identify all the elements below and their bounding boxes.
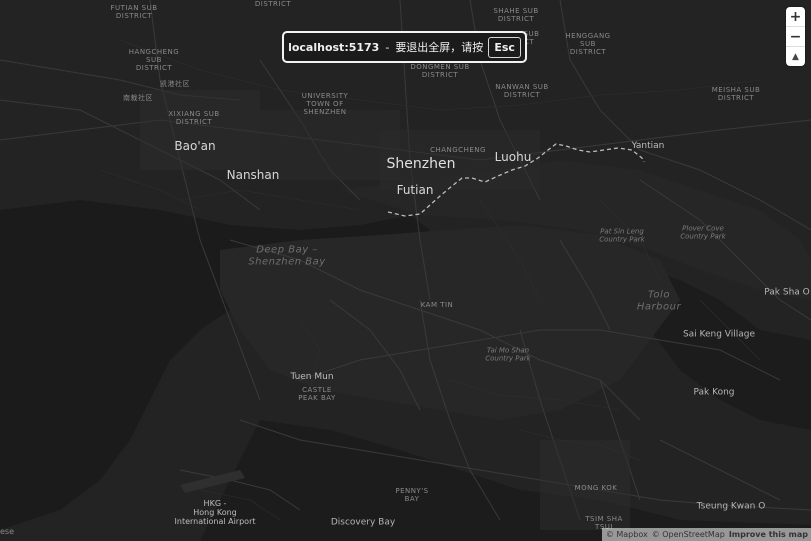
- pat-sin-leng-label: Pat Sin Leng Country Park: [599, 227, 645, 244]
- mong-kok-label: MONG KOK: [574, 483, 618, 492]
- xinjiang-district-label: HANGCHENG SUB DISTRICT: [128, 47, 180, 73]
- yantian-label: Yantian: [631, 140, 665, 151]
- map-attribution: © Mapbox © OpenStreetMap Improve this ma…: [601, 528, 811, 541]
- baoan-label: Bao'an: [174, 139, 216, 153]
- castle-peak-label: CASTLE PEAK BAY: [298, 385, 336, 402]
- edge-label: ese: [0, 527, 15, 536]
- district-top-label: DISTRICT: [254, 0, 292, 8]
- improve-map-link[interactable]: Improve this map: [729, 530, 808, 539]
- esc-key-badge: Esc: [488, 36, 521, 58]
- pak-sha-o-label: Pak Sha O: [764, 287, 810, 298]
- changcheng-label: CHANGCHENG: [430, 145, 486, 154]
- fullscreen-message: 要退出全屏，请按: [395, 41, 484, 54]
- tolo-harbour-label: Tolo Harbour: [636, 289, 682, 313]
- tai-mo-shan-label: Tai Mo Shan Country Park: [485, 346, 531, 363]
- pennys-bay-label: PENNY'S BAY: [395, 486, 429, 503]
- compass-button[interactable]: ▲: [786, 47, 805, 66]
- shenzhen-label: Shenzhen: [386, 156, 456, 172]
- map-roads-layer: [0, 0, 811, 541]
- map-navigation-control: + − ▲: [786, 7, 805, 66]
- ubk-label: 凯港社区: [160, 79, 190, 88]
- sai-keng-label: Sai Keng Village: [682, 329, 756, 340]
- nanshan-label: Nanshan: [226, 168, 280, 182]
- zoom-in-button[interactable]: +: [786, 7, 805, 27]
- henggang-district-label: HENGGANG SUB DISTRICT: [565, 31, 611, 57]
- hkg-airport-label: HKG - Hong Kong International Airport: [174, 499, 256, 527]
- pak-kong-label: Pak Kong: [693, 387, 735, 398]
- fullscreen-separator: -: [385, 40, 390, 54]
- tseung-kwan-o-label: Tseung Kwan O: [696, 501, 766, 512]
- mapbox-attribution-link[interactable]: © Mapbox: [606, 530, 648, 539]
- shahe-district-label: SHAHE SUB DISTRICT: [493, 6, 539, 23]
- tuen-mun-label: Tuen Mun: [290, 371, 334, 382]
- futian-district-label: FUTIAN SUB DISTRICT: [110, 3, 158, 20]
- zoom-out-button[interactable]: −: [786, 27, 805, 47]
- plover-cove-label: Plover Cove Country Park: [680, 224, 726, 241]
- futian-label: Futian: [396, 183, 434, 197]
- fullscreen-host: localhost:5173: [288, 40, 380, 54]
- map-canvas[interactable]: FUTIAN SUB DISTRICT DISTRICT HANGCHENG S…: [0, 0, 811, 541]
- meisha-district-label: MEISHA SUB DISTRICT: [711, 85, 761, 102]
- fullscreen-exit-notice: localhost:5173 - 要退出全屏，请按 Esc: [282, 31, 527, 63]
- discovery-bay-label: Discovery Bay: [330, 517, 396, 528]
- university-town-label: UNIVERSITY TOWN OF SHENZHEN: [301, 91, 349, 117]
- kam-tin-label: KAM TIN: [420, 300, 454, 309]
- deep-bay-label: Deep Bay – Shenzhen Bay: [248, 244, 326, 268]
- compass-icon: ▲: [792, 51, 799, 62]
- xixiang-district-label: XIXIANG SUB DISTRICT: [168, 109, 220, 126]
- dongmen-district-label: DONGMEN SUB DISTRICT: [410, 62, 470, 79]
- luohu-label: Luohu: [494, 150, 532, 164]
- osm-attribution-link[interactable]: © OpenStreetMap: [652, 530, 725, 539]
- nanwan-district-label: NANWAN SUB DISTRICT: [495, 82, 549, 99]
- nan-shequ-label: 南裁社区: [123, 93, 153, 102]
